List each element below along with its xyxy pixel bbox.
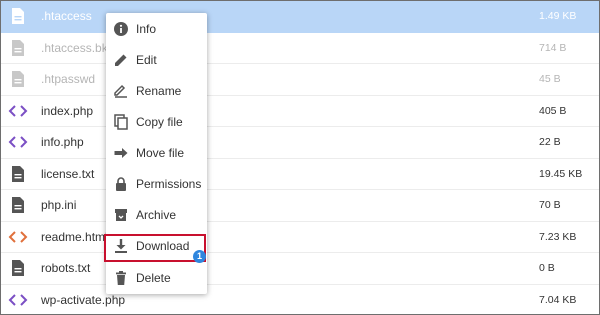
file-size: 1.49 KB	[539, 10, 577, 23]
menu-item-permissions[interactable]: Permissions	[106, 168, 207, 199]
file-name: .htaccess.bk	[41, 40, 108, 55]
file-name: index.php	[41, 103, 94, 118]
arrow-right-icon	[107, 145, 135, 161]
file-name: .htaccess	[41, 9, 92, 24]
document-icon	[1, 64, 35, 95]
file-size: 22 B	[539, 136, 561, 149]
download-highlight-box	[104, 234, 206, 262]
code-icon	[1, 222, 35, 253]
menu-item-rename[interactable]: Rename	[106, 75, 207, 106]
menu-item-delete[interactable]: Delete	[106, 262, 207, 293]
file-size: 19.45 KB	[539, 167, 583, 180]
file-row[interactable]: robots.txt 0 B	[1, 253, 599, 285]
file-row[interactable]: php.ini 70 B	[1, 190, 599, 222]
lock-icon	[107, 176, 135, 192]
menu-item-label: Info	[136, 21, 157, 36]
file-row[interactable]: index.php 405 B	[1, 96, 599, 127]
file-size: 7.04 KB	[539, 293, 577, 306]
file-name: .htpasswd	[41, 72, 96, 87]
file-size: 70 B	[539, 199, 561, 212]
step-badge: 1	[193, 250, 206, 263]
file-row[interactable]: license.txt 19.45 KB	[1, 159, 599, 190]
file-row[interactable]: info.php 22 B	[1, 127, 599, 159]
menu-item-move-file[interactable]: Move file	[106, 137, 207, 168]
document-icon	[1, 253, 35, 284]
menu-item-label: Edit	[136, 52, 157, 67]
file-size: 45 B	[539, 73, 561, 86]
menu-item-copy-file[interactable]: Copy file	[106, 106, 207, 137]
menu-item-label: Delete	[136, 270, 171, 285]
trash-icon	[107, 270, 135, 286]
menu-item-label: Copy file	[136, 114, 183, 129]
document-icon	[1, 33, 35, 64]
file-size: 7.23 KB	[539, 230, 577, 243]
menu-item-label: Permissions	[136, 176, 202, 191]
code-icon	[1, 127, 35, 158]
code-icon	[1, 285, 35, 315]
file-name: robots.txt	[41, 261, 91, 276]
file-name: wp-activate.php	[41, 292, 126, 307]
menu-item-archive[interactable]: Archive	[106, 199, 207, 230]
file-name: php.ini	[41, 198, 77, 213]
file-name: readme.html	[41, 229, 108, 244]
code-icon	[1, 96, 35, 127]
copy-icon	[107, 113, 135, 130]
menu-item-edit[interactable]: Edit	[106, 44, 207, 75]
file-size: 405 B	[539, 104, 567, 117]
menu-item-label: Archive	[136, 207, 177, 222]
file-row[interactable]: .htpasswd 45 B	[1, 64, 599, 96]
rename-icon	[107, 83, 135, 99]
menu-item-label: Move file	[136, 145, 185, 160]
document-icon	[1, 1, 35, 32]
file-row[interactable]: .htaccess.bk 714 B	[1, 33, 599, 64]
file-name: license.txt	[41, 166, 95, 181]
archive-icon	[107, 207, 135, 223]
menu-item-info[interactable]: Info	[106, 13, 207, 44]
pencil-icon	[107, 52, 135, 68]
file-size: 714 B	[539, 41, 567, 54]
file-row[interactable]: wp-activate.php 7.04 KB	[1, 285, 599, 315]
file-name: info.php	[41, 135, 84, 150]
file-row[interactable]: .htaccess 1.49 KB	[1, 1, 599, 33]
file-row[interactable]: readme.html 7.23 KB	[1, 222, 599, 253]
document-icon	[1, 190, 35, 221]
file-size: 0 B	[539, 262, 555, 275]
file-manager: .htaccess 1.49 KB .htaccess.bk 714 B .ht…	[0, 0, 600, 315]
document-icon	[1, 159, 35, 190]
info-icon	[107, 21, 135, 37]
menu-item-label: Rename	[136, 83, 182, 98]
